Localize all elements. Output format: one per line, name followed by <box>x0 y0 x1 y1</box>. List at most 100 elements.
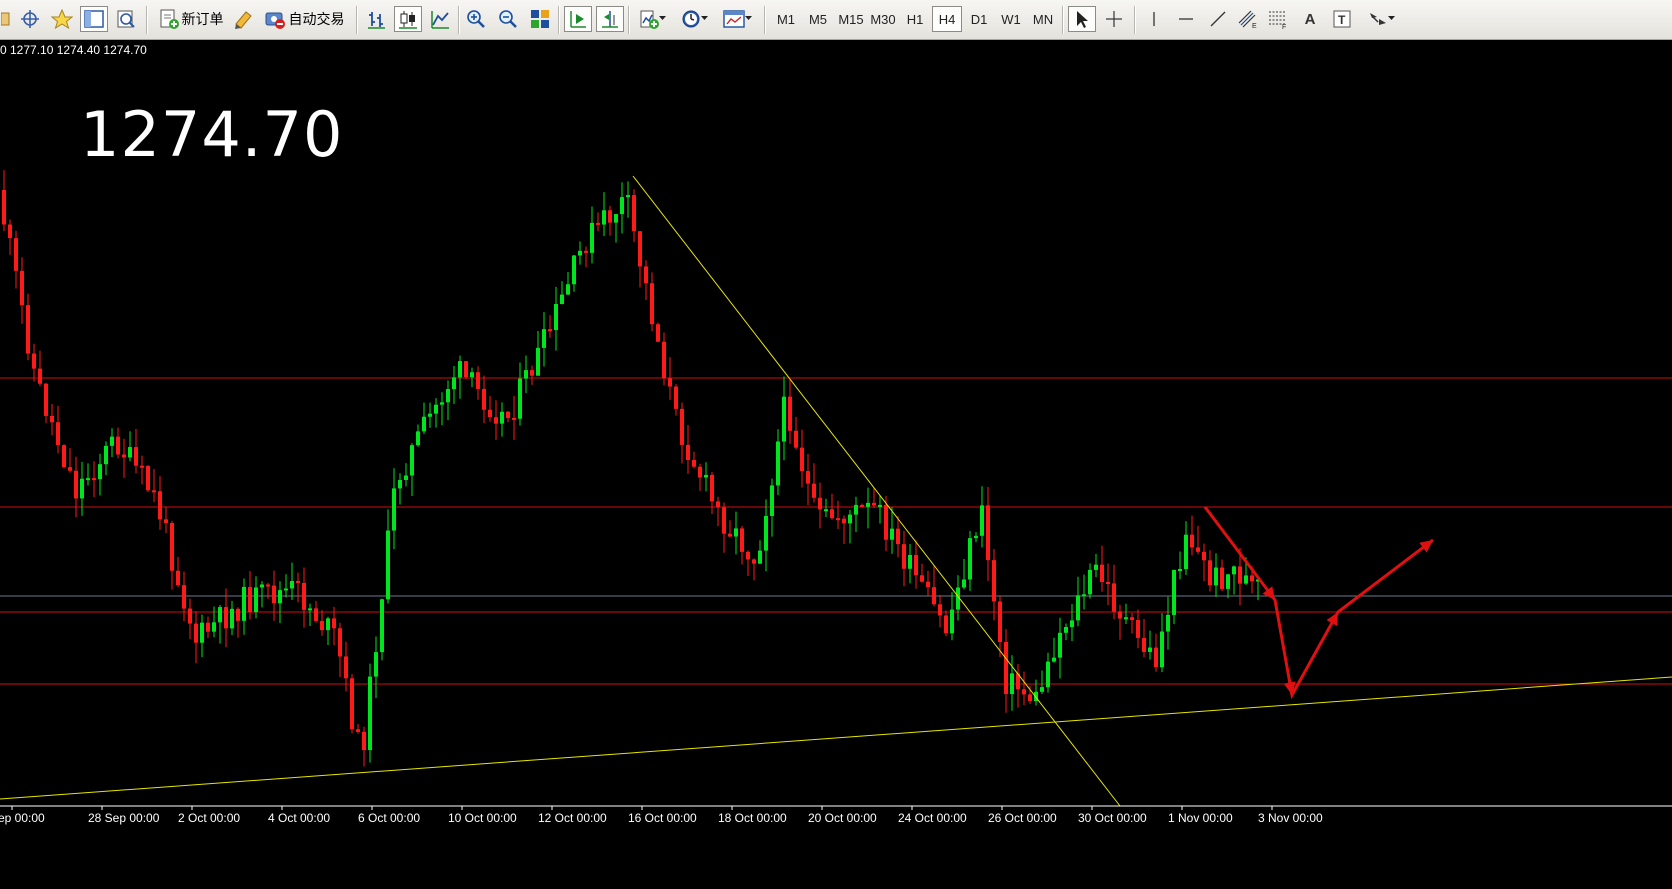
ohlc-readout: 0 1277.10 1274.40 1274.70 <box>0 43 147 57</box>
candle-bear <box>1028 694 1032 702</box>
candle-bull <box>614 214 618 223</box>
arrows-dropdown[interactable] <box>1360 6 1402 32</box>
metaeditor-icon[interactable] <box>230 6 256 32</box>
candle-bull <box>374 652 378 677</box>
chevron-down-icon <box>659 16 666 20</box>
candle-bull <box>1172 569 1176 615</box>
candle-bear <box>92 478 96 481</box>
candle-bear <box>506 411 510 418</box>
timeframe-mn[interactable]: MN <box>1028 6 1058 32</box>
zoom-out-icon[interactable] <box>494 6 522 32</box>
text-label-icon[interactable]: T <box>1328 6 1356 32</box>
candle-bear <box>1154 647 1158 668</box>
trendline-icon[interactable] <box>1204 6 1232 32</box>
strategy-tester-icon[interactable] <box>112 6 140 32</box>
candle-bull <box>848 514 852 524</box>
timeframe-m30[interactable]: M30 <box>867 6 899 32</box>
candle-bull <box>98 464 102 480</box>
crosshair-icon[interactable] <box>1100 6 1128 32</box>
candle-bull <box>80 478 84 499</box>
candle-bear <box>476 372 480 389</box>
candle-bear <box>812 483 816 498</box>
candle-bull <box>758 550 762 564</box>
bar-chart-icon[interactable] <box>362 6 390 32</box>
candle-bear <box>1250 575 1254 582</box>
timeframe-d1[interactable]: D1 <box>964 6 994 32</box>
chart-shift-icon[interactable] <box>596 6 624 32</box>
toolbar: 新订单 自动交易 M1 M5 M15 M30 H1 H4 D1 W1 MN E … <box>0 0 1672 40</box>
candle-bear <box>164 519 168 524</box>
auto-scroll-icon[interactable] <box>564 6 592 32</box>
candle-bull <box>434 404 438 414</box>
candle-bear <box>938 604 942 616</box>
candle-bull <box>446 389 450 403</box>
periodicity-dropdown[interactable] <box>676 6 714 32</box>
candle-bear <box>710 474 714 502</box>
timeframe-m5[interactable]: M5 <box>803 6 833 32</box>
timeframe-h4[interactable]: H4 <box>932 6 962 32</box>
candlestick-chart-icon[interactable] <box>394 6 422 32</box>
indicators-icon <box>640 10 659 29</box>
candle-bull <box>908 554 912 569</box>
candle-bear <box>644 266 648 284</box>
candle-bear <box>818 497 822 510</box>
candle-bear <box>314 608 318 621</box>
tile-windows-icon[interactable] <box>526 6 554 32</box>
cursor-arrow-icon[interactable] <box>1068 6 1096 32</box>
candle-bear <box>548 329 552 332</box>
vertical-line-icon[interactable] <box>1140 6 1168 32</box>
new-order-button[interactable]: 新订单 <box>154 6 228 32</box>
candle-bull <box>770 485 774 516</box>
auto-trading-button[interactable]: 自动交易 <box>260 6 348 32</box>
candle-bear <box>722 507 726 534</box>
candle-bear <box>806 471 810 484</box>
candle-bear <box>752 559 756 564</box>
candle-bear <box>74 470 78 499</box>
chevron-down-icon <box>745 16 752 20</box>
text-tool-icon[interactable]: A <box>1296 6 1324 32</box>
timeframe-h1[interactable]: H1 <box>900 6 930 32</box>
text-tool-label: A <box>1304 10 1316 28</box>
navigator-window-icon[interactable] <box>80 6 108 32</box>
candle-bull <box>962 579 966 588</box>
candle-bear <box>746 551 750 560</box>
candle-bear <box>788 396 792 431</box>
timeframe-m15[interactable]: M15 <box>835 6 867 32</box>
candle-bull <box>254 587 258 613</box>
candle-bull <box>1076 595 1080 621</box>
equidistant-channel-icon[interactable]: E <box>1234 6 1262 32</box>
candle-bear <box>1136 620 1140 638</box>
candle-bear <box>800 447 804 472</box>
candle-bear <box>1208 560 1212 586</box>
line-chart-icon[interactable] <box>426 6 454 32</box>
candle-bull <box>1064 627 1068 633</box>
candle-bull <box>440 402 444 405</box>
candle-bull <box>1214 567 1218 586</box>
horizontal-line-icon[interactable] <box>1172 6 1200 32</box>
indicators-dropdown[interactable] <box>634 6 672 32</box>
candle-bull <box>1184 534 1188 569</box>
favorites-star-icon[interactable] <box>48 6 76 32</box>
price-chart[interactable]: ep 00:00 28 Sep 00:00 2 Oct 00:00 4 Oct 00:… <box>0 40 1672 885</box>
crosshair-move-icon[interactable] <box>16 6 44 32</box>
arrows-icon <box>1370 13 1386 25</box>
candle-bull <box>392 488 396 531</box>
toolbar-separator <box>558 6 560 34</box>
candle-bull <box>1166 614 1170 632</box>
candle-bear <box>830 509 834 519</box>
new-chart-icon[interactable] <box>0 6 12 32</box>
timeframe-m1[interactable]: M1 <box>771 6 801 32</box>
zoom-in-icon[interactable] <box>462 6 490 32</box>
candle-bear <box>236 608 240 621</box>
timeframe-w1[interactable]: W1 <box>996 6 1026 32</box>
candle-bull <box>422 416 426 432</box>
candle-bull <box>1124 617 1128 620</box>
candle-bull <box>230 608 234 629</box>
x-axis-label: 1 Nov 00:00 <box>1168 811 1233 825</box>
candle-bear <box>2 190 6 225</box>
candle-bear <box>26 305 30 354</box>
candle-bull <box>776 441 780 486</box>
templates-dropdown[interactable] <box>718 6 758 32</box>
fibonacci-retracement-icon[interactable]: F <box>1264 6 1292 32</box>
candle-bull <box>326 618 330 631</box>
